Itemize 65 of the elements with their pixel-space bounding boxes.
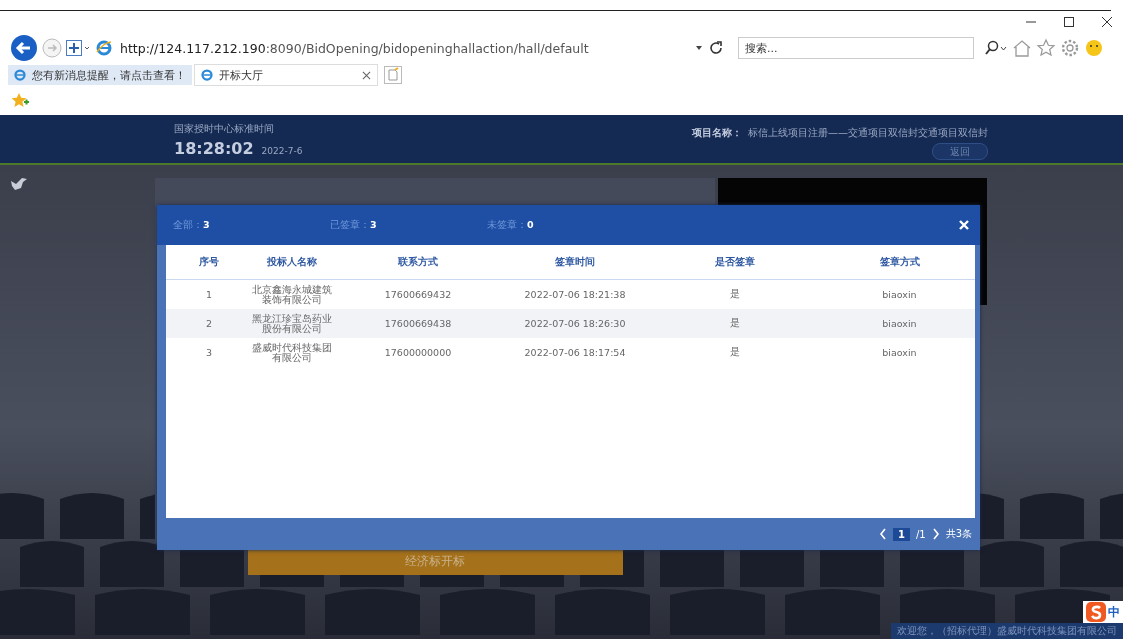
clock-label: 国家授时中心标准时间 [174, 122, 275, 136]
column-header: 签章方式 [878, 255, 921, 269]
project-label: 项目名称： [692, 126, 742, 140]
star-icon[interactable] [1036, 38, 1056, 58]
home-icon[interactable] [1012, 38, 1032, 58]
clock-time: 18:28:02 [174, 139, 254, 158]
current-page[interactable]: 1 [892, 527, 910, 541]
page-icon [14, 69, 26, 81]
table-cell-text: 17600669438 [383, 318, 453, 329]
table-cell-text: biaoxin [881, 289, 918, 300]
maximize-icon[interactable] [1063, 16, 1075, 28]
column-header: 是否签章 [714, 255, 756, 269]
table-cell-text: biaoxin [881, 347, 918, 358]
table-cell-text: 17600000000 [383, 347, 453, 358]
table-cell-text: 是 [729, 317, 741, 330]
count-label: 已签章： [330, 218, 370, 232]
page-total: /1 [915, 528, 926, 540]
search-icon[interactable] [984, 40, 1008, 56]
next-page-icon[interactable] [931, 528, 940, 540]
table-cell-text: biaoxin [881, 318, 918, 329]
page-icon [201, 69, 213, 81]
welcome-text: 欢迎您，（招标代理）盛威时代科技集团有限公司 [891, 623, 1123, 639]
settings-icon[interactable] [1060, 38, 1080, 58]
table-cell-text: 1 [204, 289, 213, 300]
table-cell: 北京鑫海永城建筑装饰有限公司 [252, 284, 332, 305]
column-header: 联系方式 [397, 255, 439, 269]
input-method-label: 中 [1108, 603, 1120, 621]
table-cell-text: 2022-07-06 18:21:38 [523, 289, 627, 300]
table-cell: 黑龙江珍宝岛药业股份有限公司 [252, 313, 332, 334]
refresh-icon[interactable] [708, 40, 724, 56]
search-field[interactable]: 搜索... [738, 37, 974, 59]
column-header: 序号 [198, 255, 220, 269]
previous-page-icon[interactable] [878, 528, 887, 540]
count-value: 3 [370, 218, 377, 232]
table-cell-text: 是 [729, 346, 741, 359]
table-cell: 盛威时代科技集团有限公司 [252, 342, 332, 363]
table-cell-text: 17600669432 [383, 289, 453, 300]
close-icon[interactable] [1101, 16, 1113, 28]
address-field[interactable]: http://124.117.212.190:8090/BidOpening/bidopeninghallaction/hall/default [116, 40, 690, 56]
clock-date: 2022-7-6 [261, 146, 303, 156]
count-label: 未签章： [487, 218, 527, 232]
count-value: 3 [203, 218, 210, 232]
count-label: 全部： [173, 218, 203, 232]
compatibility-icon[interactable] [66, 40, 92, 56]
favorites-star-icon[interactable] [10, 92, 30, 110]
browser-logo-icon [96, 40, 112, 56]
table-cell-text: 3 [204, 347, 213, 358]
count-value: 0 [527, 218, 534, 232]
input-method-icon [1086, 602, 1106, 622]
column-header: 投标人名称 [266, 255, 318, 269]
input-method-badge[interactable]: 中 [1083, 601, 1123, 623]
smiley-icon[interactable] [1084, 38, 1102, 58]
table-cell-text: 2022-07-06 18:17:54 [523, 347, 627, 358]
project-name: 标信上线项目注册——交通项目双信封交通项目双信封 [748, 126, 988, 140]
table-cell-text: 是 [729, 288, 741, 301]
tab-label: 您有新消息提醒，请点击查看！ [32, 67, 186, 83]
table-cell-text: 2 [204, 318, 213, 329]
browser-tab[interactable]: 您有新消息提醒，请点击查看！ [8, 65, 192, 85]
browser-tab[interactable]: 开标大厅 [194, 64, 378, 86]
record-count: 共3条 [945, 527, 972, 541]
close-tab-icon[interactable] [362, 70, 371, 80]
table-cell-text: 2022-07-06 18:26:30 [523, 318, 627, 329]
column-header: 签章时间 [554, 255, 596, 269]
back-icon[interactable] [10, 34, 38, 62]
tab-label: 开标大厅 [219, 67, 263, 83]
